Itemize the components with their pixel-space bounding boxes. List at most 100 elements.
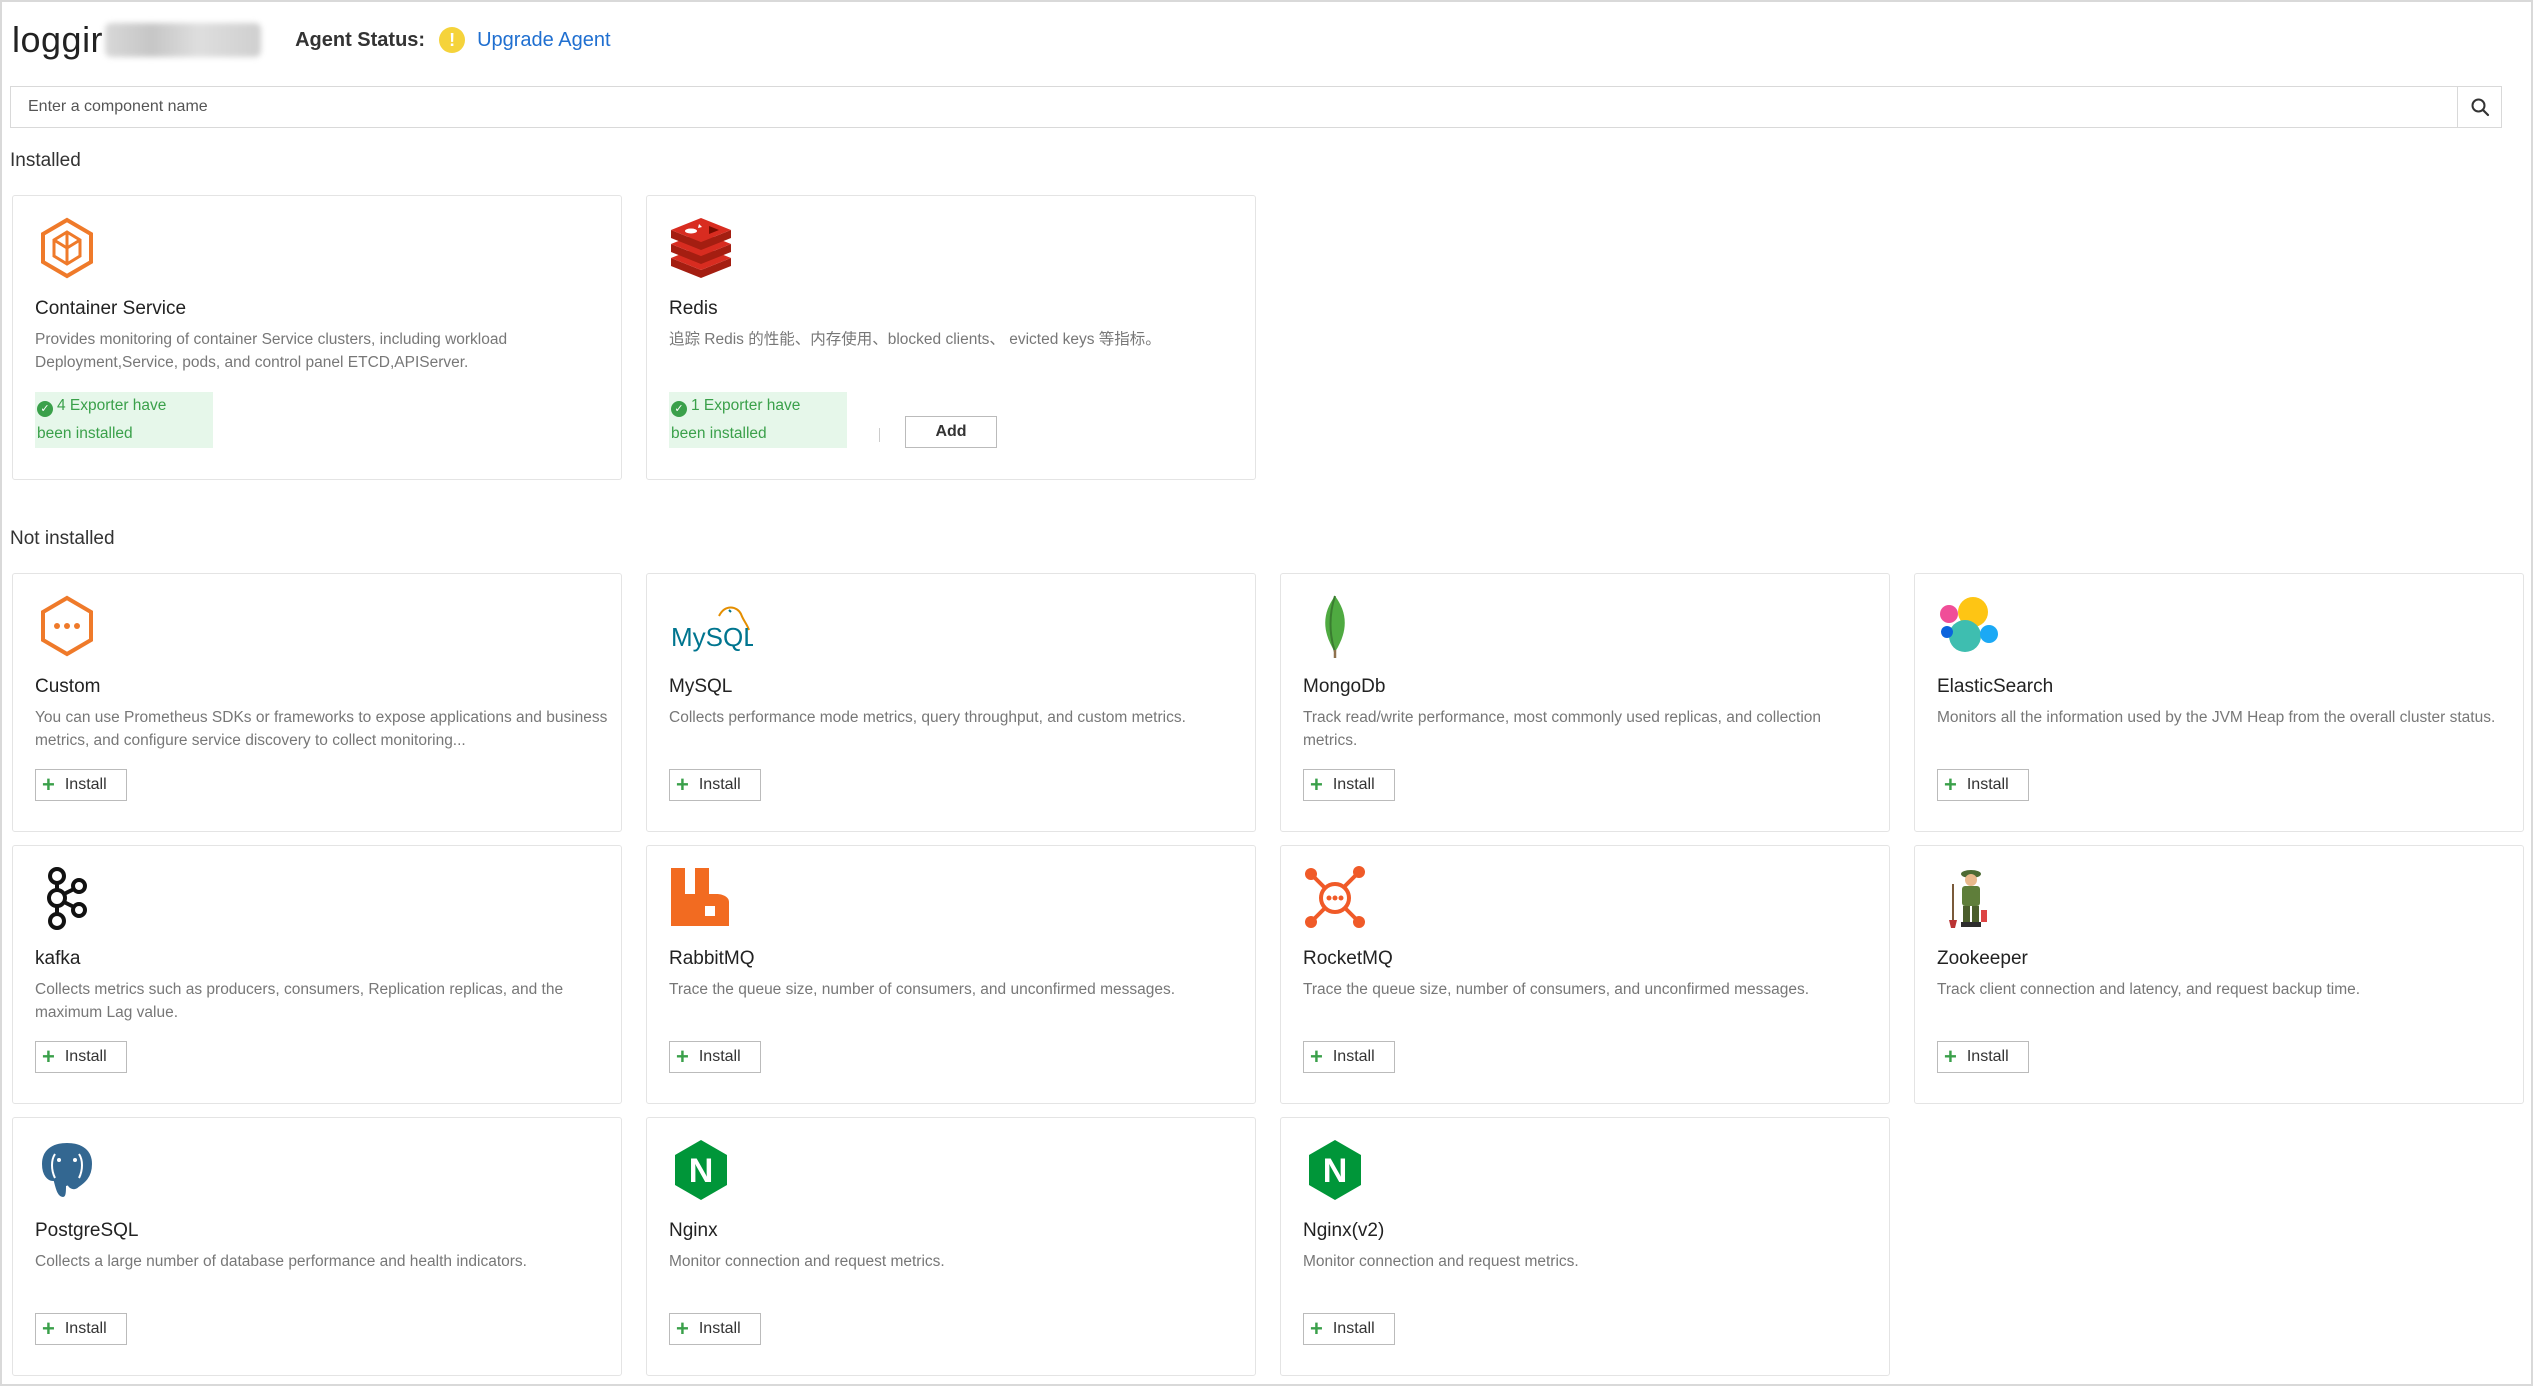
install-label: Install <box>64 1320 107 1337</box>
install-button[interactable]: + Install <box>1937 1041 2029 1073</box>
mysql-logo-text: MySQL <box>671 622 753 652</box>
badge-text-line2: been installed <box>37 425 133 442</box>
component-name: Nginx <box>669 1220 718 1241</box>
install-button[interactable]: + Install <box>669 1041 761 1073</box>
install-label: Install <box>1332 1320 1375 1337</box>
upgrade-agent-link[interactable]: Upgrade Agent <box>477 29 610 52</box>
component-name: MongoDb <box>1303 676 1386 697</box>
component-name: kafka <box>35 948 81 969</box>
component-card-rocketmq[interactable]: RocketMQ Trace the queue size, number of… <box>1280 845 1890 1104</box>
install-button[interactable]: + Install <box>1303 1041 1395 1073</box>
install-label: Install <box>1966 1048 2009 1065</box>
install-label: Install <box>1966 776 2009 793</box>
install-button[interactable]: + Install <box>1303 769 1395 801</box>
agent-status-label: Agent Status: <box>295 28 426 51</box>
component-card-custom[interactable]: Custom You can use Prometheus SDKs or fr… <box>12 573 622 832</box>
rabbitmq-icon <box>671 868 729 926</box>
component-description: Monitors all the information used by the… <box>1937 709 2496 726</box>
add-button[interactable]: Add <box>905 416 997 448</box>
install-label: Install <box>698 1048 741 1065</box>
component-description: Trace the queue size, number of consumer… <box>669 981 1176 998</box>
component-card-redis[interactable]: Redis 追踪 Redis 的性能、内存使用、blocked clients、… <box>646 195 1256 480</box>
component-card-container-service[interactable]: Container Service Provides monitoring of… <box>12 195 622 480</box>
install-button[interactable]: + Install <box>1303 1313 1395 1345</box>
install-button[interactable]: + Install <box>669 1313 761 1345</box>
component-card-postgresql[interactable]: PostgreSQL Collects a large number of da… <box>12 1117 622 1376</box>
nginx-v2-logo-text: N <box>1323 1152 1348 1190</box>
search-bar <box>10 86 2502 128</box>
component-name: Zookeeper <box>1937 948 2028 969</box>
component-card-rabbitmq[interactable]: RabbitMQ Trace the queue size, number of… <box>646 845 1256 1104</box>
component-card-nginx-v2[interactable]: N Nginx(v2) Monitor connection and reque… <box>1280 1117 1890 1376</box>
component-name: Container Service <box>35 298 187 319</box>
component-description: Monitor connection and request metrics. <box>1303 1253 1579 1270</box>
plus-icon: + <box>42 1316 55 1341</box>
plus-icon: + <box>1310 1316 1323 1341</box>
component-card-zookeeper[interactable]: Zookeeper Track client connection and la… <box>1914 845 2524 1104</box>
component-name: RabbitMQ <box>669 948 755 969</box>
install-button[interactable]: + Install <box>1937 769 2029 801</box>
component-name: Nginx(v2) <box>1303 1220 1385 1241</box>
install-label: Install <box>64 776 107 793</box>
component-name: Custom <box>35 676 101 697</box>
header: loggir Agent Status: ! Upgrade Agent <box>12 10 611 70</box>
search-input[interactable] <box>11 87 2457 127</box>
component-description: Collects performance mode metrics, query… <box>669 709 1186 726</box>
component-description: 追踪 Redis 的性能、内存使用、blocked clients、 evict… <box>669 331 1161 348</box>
nginx-logo-text: N <box>689 1152 714 1190</box>
install-button[interactable]: + Install <box>669 769 761 801</box>
install-label: Install <box>698 776 741 793</box>
search-button[interactable] <box>2457 87 2501 127</box>
cluster-name: loggir <box>12 19 104 60</box>
plus-icon: + <box>676 772 689 797</box>
plus-icon: + <box>42 772 55 797</box>
mongodb-icon <box>1325 595 1345 658</box>
component-card-mongodb[interactable]: MongoDb Track read/write performance, mo… <box>1280 573 1890 832</box>
nginx-v2-icon: N <box>1309 1140 1361 1200</box>
badge-text-line2: been installed <box>671 425 767 442</box>
redacted-cluster-name <box>105 23 262 57</box>
component-description: Monitor connection and request metrics. <box>669 1253 945 1270</box>
component-name: Redis <box>669 298 718 319</box>
component-card-nginx[interactable]: N Nginx Monitor connection and request m… <box>646 1117 1256 1376</box>
install-label: Install <box>64 1048 107 1065</box>
component-description: Provides monitoring of container Service… <box>35 331 508 371</box>
component-name: MySQL <box>669 676 733 697</box>
install-label: Install <box>698 1320 741 1337</box>
rocketmq-icon <box>1305 866 1365 928</box>
container-service-icon <box>41 217 93 279</box>
zookeeper-icon <box>1949 870 1987 928</box>
plus-icon: + <box>1310 1044 1323 1069</box>
component-description: Collects a large number of database perf… <box>35 1253 527 1270</box>
nginx-icon: N <box>675 1140 727 1200</box>
plus-icon: + <box>1310 772 1323 797</box>
badge-text-line1: 1 Exporter have <box>691 397 801 414</box>
component-description: Trace the queue size, number of consumer… <box>1303 981 1810 998</box>
divider <box>879 428 880 442</box>
mysql-icon: MySQL <box>671 606 753 652</box>
install-button[interactable]: + Install <box>35 769 127 801</box>
component-card-kafka[interactable]: kafka Collects metrics such as producers… <box>12 845 622 1104</box>
install-label: Install <box>1332 776 1375 793</box>
plus-icon: + <box>676 1316 689 1341</box>
install-button[interactable]: + Install <box>35 1313 127 1345</box>
check-circle-icon: ✓ <box>37 401 53 417</box>
component-card-mysql[interactable]: MySQL MySQL Collects performance mode me… <box>646 573 1256 832</box>
component-description: Collects metrics such as producers, cons… <box>35 981 564 1021</box>
install-button[interactable]: + Install <box>35 1041 127 1073</box>
not-installed-section-title: Not installed <box>10 528 115 549</box>
component-name: PostgreSQL <box>35 1220 139 1241</box>
plus-icon: + <box>676 1044 689 1069</box>
installed-section-title: Installed <box>10 150 81 171</box>
component-description: Track client connection and latency, and… <box>1937 981 2361 998</box>
warning-icon: ! <box>439 27 466 53</box>
redis-icon <box>671 218 731 278</box>
plus-icon: + <box>42 1044 55 1069</box>
elasticsearch-icon <box>1940 597 1998 652</box>
component-description: Track read/write performance, most commo… <box>1303 709 1822 749</box>
component-card-elasticsearch[interactable]: ElasticSearch Monitors all the informati… <box>1914 573 2524 832</box>
installed-status-badge: ✓ 4 Exporter have been installed <box>35 392 213 448</box>
component-name: RocketMQ <box>1303 948 1393 969</box>
badge-text-line1: 4 Exporter have <box>57 397 167 414</box>
plus-icon: + <box>1944 772 1957 797</box>
